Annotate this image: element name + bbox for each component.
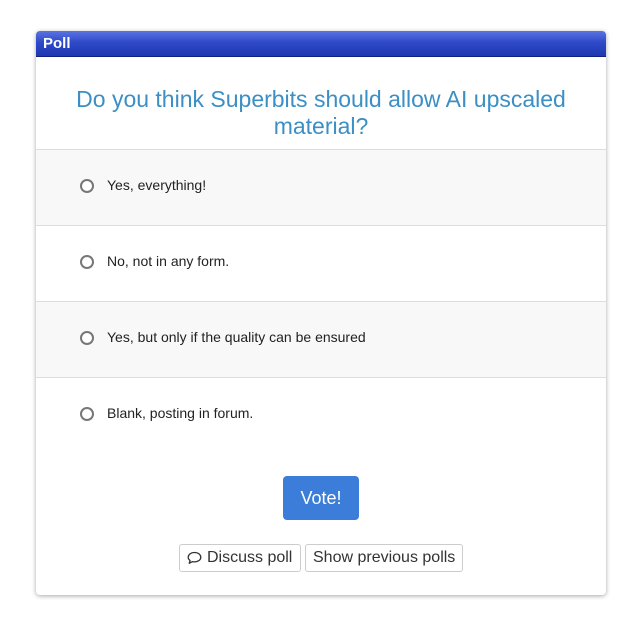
- poll-panel: Poll Do you think Superbits should allow…: [36, 31, 606, 595]
- show-previous-polls-label: Show previous polls: [313, 549, 456, 566]
- vote-button[interactable]: Vote!: [283, 476, 359, 520]
- option-label[interactable]: No, not in any form.: [107, 253, 229, 269]
- poll-question: Do you think Superbits should allow AI u…: [36, 57, 606, 150]
- comment-icon: [187, 551, 202, 564]
- poll-option-3[interactable]: Yes, but only if the quality can be ensu…: [36, 302, 606, 378]
- discuss-poll-button[interactable]: Discuss poll: [179, 544, 301, 572]
- radio-button[interactable]: [80, 255, 94, 269]
- option-label[interactable]: Blank, posting in forum.: [107, 405, 253, 421]
- radio-button[interactable]: [80, 331, 94, 345]
- option-label[interactable]: Yes, everything!: [107, 177, 206, 193]
- poll-header-title: Poll: [43, 35, 71, 52]
- poll-option-4[interactable]: Blank, posting in forum.: [36, 378, 606, 454]
- radio-button[interactable]: [80, 407, 94, 421]
- poll-option-2[interactable]: No, not in any form.: [36, 226, 606, 302]
- poll-option-1[interactable]: Yes, everything!: [36, 150, 606, 226]
- show-previous-polls-button[interactable]: Show previous polls: [305, 544, 463, 572]
- radio-button[interactable]: [80, 179, 94, 193]
- option-label[interactable]: Yes, but only if the quality can be ensu…: [107, 329, 366, 345]
- poll-header: Poll: [36, 31, 606, 57]
- discuss-poll-label: Discuss poll: [207, 549, 293, 566]
